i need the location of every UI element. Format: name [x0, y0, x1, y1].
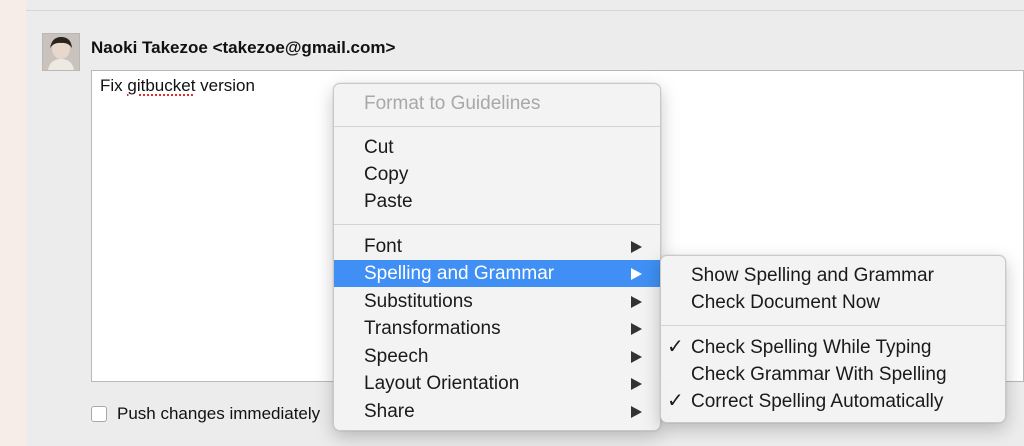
menu-item-label: Copy: [364, 164, 409, 185]
menu-item-label: Paste: [364, 191, 413, 212]
menu-item-check-spelling-while-typing[interactable]: ✓ Check Spelling While Typing: [661, 334, 1005, 361]
message-text-part: Fix: [100, 76, 128, 95]
menu-item-share[interactable]: Share: [334, 398, 660, 425]
menu-item-label: Correct Spelling Automatically: [691, 391, 944, 412]
menu-item-font[interactable]: Font: [334, 233, 660, 260]
menu-item-label: Speech: [364, 346, 429, 367]
submenu-arrow-icon: [631, 378, 642, 390]
menu-item-label: Check Grammar With Spelling: [691, 364, 947, 385]
panel-divider: [26, 10, 1024, 11]
menu-item-paste[interactable]: Paste: [334, 188, 660, 215]
commit-message-text[interactable]: Fix gitbucket version: [100, 76, 255, 96]
checkmark-icon: ✓: [667, 336, 684, 358]
menu-item-label: Format to Guidelines: [364, 93, 541, 114]
menu-item-cut[interactable]: Cut: [334, 134, 660, 161]
commit-author: Naoki Takezoe <takezoe@gmail.com>: [91, 38, 396, 57]
submenu-arrow-icon: [631, 406, 642, 418]
submenu-arrow-icon: [631, 268, 642, 280]
menu-separator: [334, 126, 660, 127]
submenu-arrow-icon: [631, 323, 642, 335]
menu-item-check-document-now[interactable]: Check Document Now: [661, 289, 1005, 316]
menu-item-label: Substitutions: [364, 291, 473, 312]
menu-item-label: Show Spelling and Grammar: [691, 265, 934, 286]
submenu-arrow-icon: [631, 296, 642, 308]
submenu-arrow-icon: [631, 351, 642, 363]
avatar: [42, 33, 80, 71]
message-text-part: version: [195, 76, 255, 95]
menu-item-label: Share: [364, 401, 415, 422]
menu-item-layout-orientation[interactable]: Layout Orientation: [334, 370, 660, 397]
submenu-arrow-icon: [631, 241, 642, 253]
misspelled-word[interactable]: gitbucket: [127, 76, 195, 95]
menu-item-transformations[interactable]: Transformations: [334, 315, 660, 342]
push-immediately-checkbox[interactable]: [91, 406, 107, 422]
menu-item-label: Check Spelling While Typing: [691, 337, 932, 358]
menu-item-label: Font: [364, 236, 403, 257]
menu-item-speech[interactable]: Speech: [334, 343, 660, 370]
menu-item-format-to-guidelines: Format to Guidelines: [334, 90, 660, 117]
menu-item-label: Layout Orientation: [364, 373, 520, 394]
menu-item-label: Transformations: [364, 318, 501, 339]
menu-item-label: Cut: [364, 137, 394, 158]
menu-item-check-grammar-with-spelling[interactable]: Check Grammar With Spelling: [661, 361, 1005, 388]
menu-item-label: Spelling and Grammar: [364, 263, 555, 284]
window-background-strip: [0, 0, 27, 446]
menu-item-copy[interactable]: Copy: [334, 161, 660, 188]
menu-item-spelling-and-grammar[interactable]: Spelling and Grammar: [334, 260, 660, 287]
menu-separator: [661, 325, 1005, 326]
menu-item-label: Check Document Now: [691, 292, 881, 313]
checkmark-icon: ✓: [667, 390, 684, 412]
menu-item-substitutions[interactable]: Substitutions: [334, 288, 660, 315]
menu-item-correct-spelling-automatically[interactable]: ✓ Correct Spelling Automatically: [661, 388, 1005, 415]
menu-item-show-spelling-and-grammar[interactable]: Show Spelling and Grammar: [661, 262, 1005, 289]
push-immediately-label[interactable]: Push changes immediately: [117, 404, 320, 424]
context-menu: Format to Guidelines Cut Copy Paste Font…: [333, 83, 661, 431]
menu-separator: [334, 224, 660, 225]
spelling-submenu: Show Spelling and Grammar Check Document…: [660, 255, 1006, 423]
